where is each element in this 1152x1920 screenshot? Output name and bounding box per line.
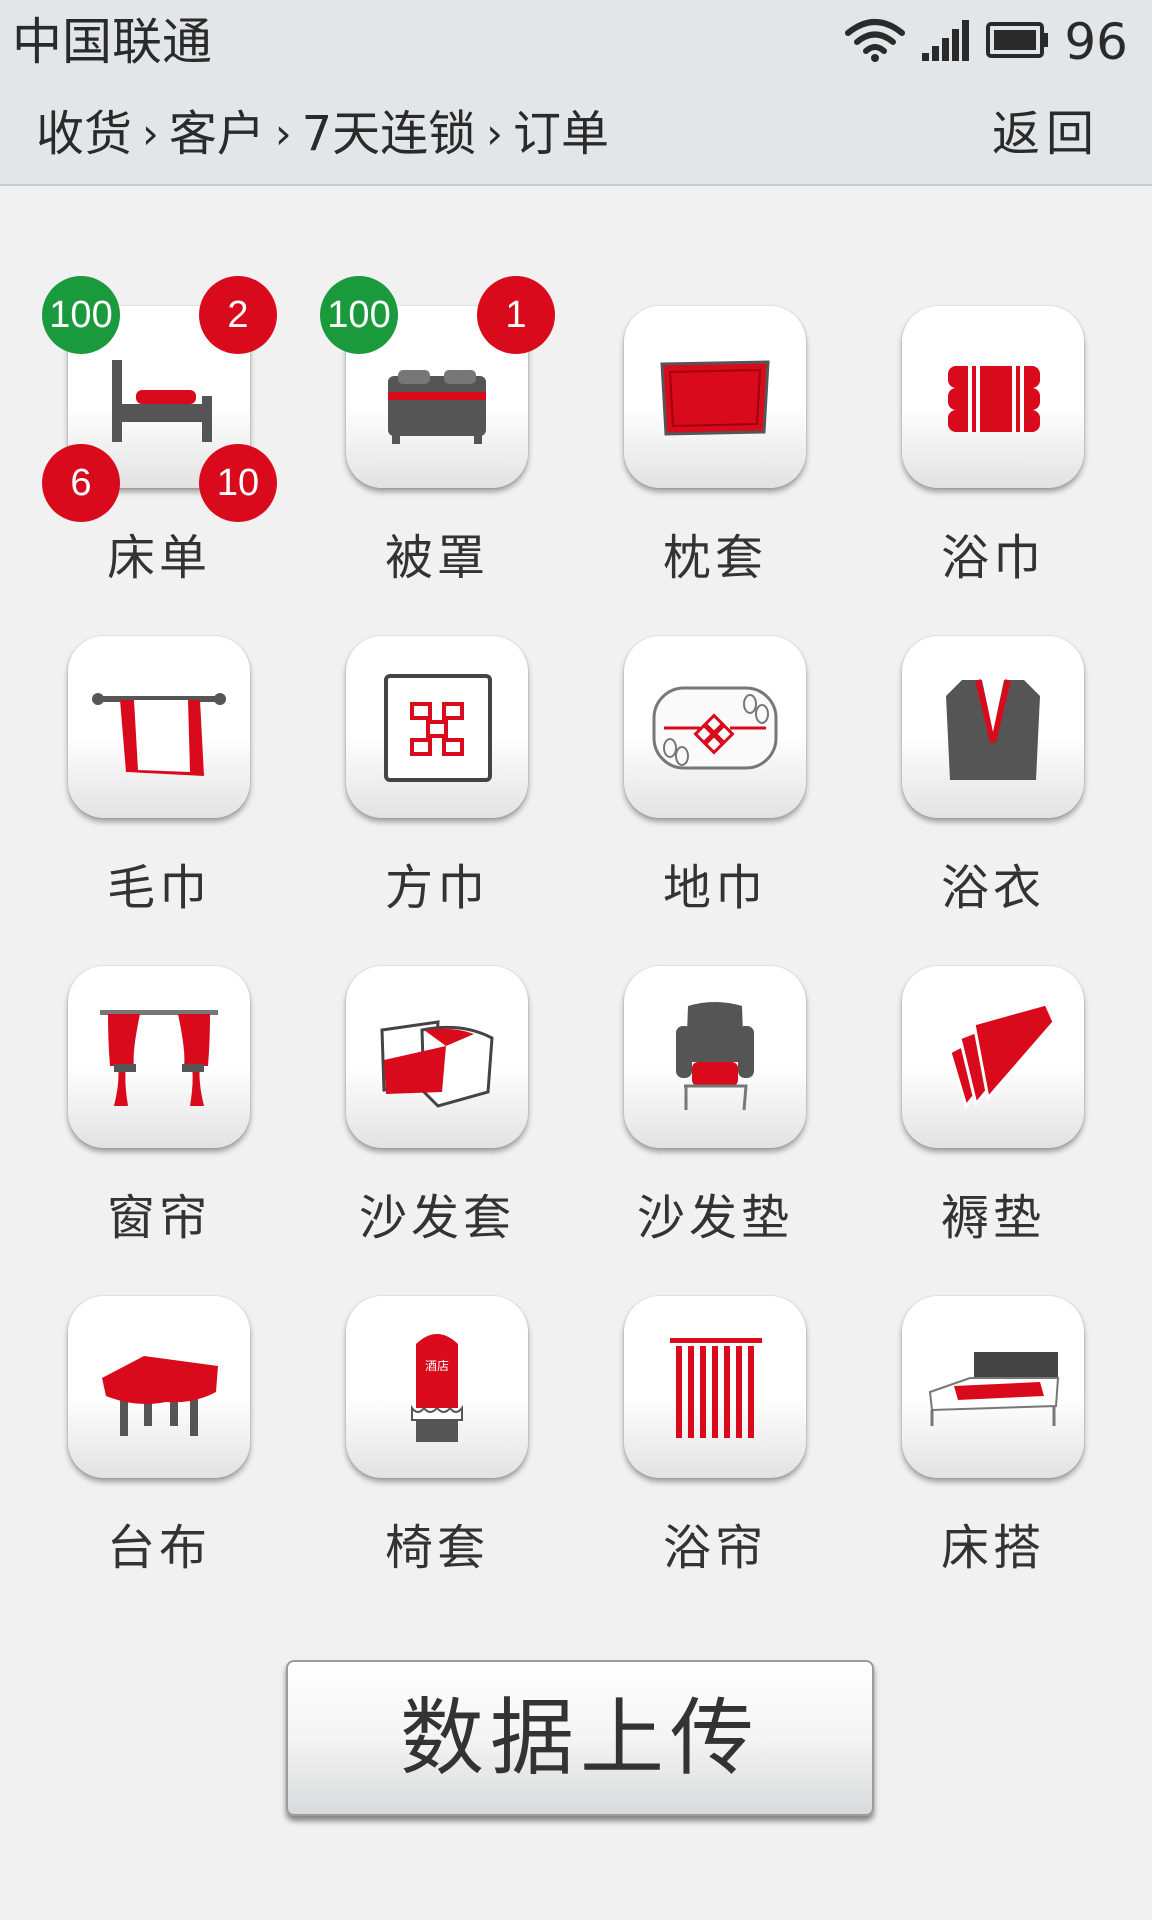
signal-icon <box>920 17 972 67</box>
chevron-right-icon: › <box>274 109 292 158</box>
square-towel-icon <box>384 674 492 782</box>
badge-top-right: 1 <box>477 276 555 354</box>
chevron-right-icon: › <box>142 109 159 158</box>
item-tile[interactable] <box>68 636 250 818</box>
breadcrumb-item[interactable]: 收货 <box>36 104 132 164</box>
item-bath-towel[interactable]: 浴巾 <box>846 306 1086 636</box>
item-label: 毛巾 <box>106 860 211 916</box>
breadcrumb-item: 订单 <box>512 106 609 162</box>
item-sofa-cushion[interactable]: 沙发垫 <box>568 966 808 1296</box>
sofa-cushion-icon <box>676 1002 754 1111</box>
item-label: 窗帘 <box>106 1190 211 1246</box>
item-label: 浴巾 <box>940 530 1045 586</box>
item-tile[interactable] <box>902 636 1084 818</box>
item-shower-curtain[interactable]: 浴帘 <box>568 1296 808 1626</box>
item-label: 褥垫 <box>940 1190 1045 1246</box>
item-tile[interactable] <box>624 306 806 488</box>
wifi-icon <box>844 17 906 67</box>
item-bedsheet[interactable]: 床单 100 2 6 10 <box>12 276 277 636</box>
nav-bar: 收货 › 客户 › 7天连锁 › 订单 返回 <box>0 84 1152 186</box>
item-label: 沙发垫 <box>636 1190 793 1246</box>
badge-top-left: 100 <box>42 276 120 354</box>
carrier-name: 中国联通 <box>12 13 212 71</box>
floor-mat-icon <box>652 686 778 770</box>
item-sofa-cover[interactable]: 沙发套 <box>290 966 530 1296</box>
breadcrumb-item[interactable]: 7天连锁 <box>302 104 477 164</box>
curtain-icon <box>100 1010 218 1106</box>
battery-level: 96 <box>1064 13 1128 71</box>
item-tile[interactable] <box>346 636 528 818</box>
item-bathrobe[interactable]: 浴衣 <box>846 636 1086 966</box>
item-tablecloth[interactable]: 台布 <box>12 1296 252 1626</box>
item-tile[interactable] <box>346 966 528 1148</box>
shower-curtain-icon <box>670 1338 762 1438</box>
item-label: 椅套 <box>384 1520 489 1576</box>
badge-bottom-right: 10 <box>199 444 277 522</box>
item-tile[interactable] <box>68 966 250 1148</box>
sofa-cover-icon <box>380 1020 494 1108</box>
back-button[interactable]: 返回 <box>992 104 1100 164</box>
item-tile[interactable] <box>902 1296 1084 1478</box>
item-bed-runner[interactable]: 床搭 <box>846 1296 1086 1626</box>
item-mattress-pad[interactable]: 褥垫 <box>846 966 1086 1296</box>
item-tile[interactable] <box>624 1296 806 1478</box>
breadcrumb-item[interactable]: 客户 <box>169 104 265 164</box>
bathrobe-icon <box>946 679 1040 780</box>
item-label: 台布 <box>106 1520 211 1576</box>
mattress-pad-icon <box>948 1002 1056 1110</box>
item-label: 沙发套 <box>358 1190 515 1246</box>
item-tile[interactable] <box>902 306 1084 488</box>
item-label: 浴帘 <box>662 1520 767 1576</box>
badge-bottom-left: 6 <box>42 444 120 522</box>
item-tile[interactable] <box>68 1296 250 1478</box>
item-label: 浴衣 <box>940 860 1045 916</box>
tablecloth-icon <box>102 1356 218 1436</box>
item-tile[interactable] <box>624 966 806 1148</box>
item-label: 枕套 <box>662 530 767 586</box>
item-label: 被罩 <box>384 530 489 586</box>
item-tile[interactable]: 酒店 <box>346 1296 528 1478</box>
chair-cover-icon: 酒店 <box>411 1334 463 1442</box>
item-chair-cover[interactable]: 酒店 椅套 <box>290 1296 530 1626</box>
item-label: 床单 <box>106 530 211 586</box>
upload-data-button[interactable]: 数据上传 <box>286 1660 874 1816</box>
towel-icon <box>92 693 226 776</box>
status-icons: 96 <box>844 12 1128 72</box>
battery-icon <box>986 20 1050 64</box>
item-label: 床搭 <box>940 1520 1045 1576</box>
bath-towel-icon <box>948 366 1040 432</box>
item-tile[interactable] <box>624 636 806 818</box>
chair-cover-text: 酒店 <box>425 1359 449 1373</box>
breadcrumb: 收货 › 客户 › 7天连锁 › 订单 <box>36 104 609 164</box>
item-pillowcase[interactable]: 枕套 <box>568 306 808 636</box>
item-floor-mat[interactable]: 地巾 <box>568 636 808 966</box>
item-towel[interactable]: 毛巾 <box>12 636 252 966</box>
item-label: 地巾 <box>662 860 767 916</box>
chevron-right-icon: › <box>486 109 503 158</box>
status-bar: 中国联通 96 <box>0 0 1152 84</box>
badge-top-left: 100 <box>320 276 398 354</box>
item-tile[interactable] <box>902 966 1084 1148</box>
item-label: 方巾 <box>384 860 489 916</box>
bed-runner-icon <box>928 1352 1060 1426</box>
item-square-towel[interactable]: 方巾 <box>290 636 530 966</box>
item-duvet-cover[interactable]: 被罩 100 1 <box>290 276 555 636</box>
badge-top-right: 2 <box>199 276 277 354</box>
pillowcase-icon <box>660 360 770 436</box>
item-curtain[interactable]: 窗帘 <box>12 966 252 1296</box>
